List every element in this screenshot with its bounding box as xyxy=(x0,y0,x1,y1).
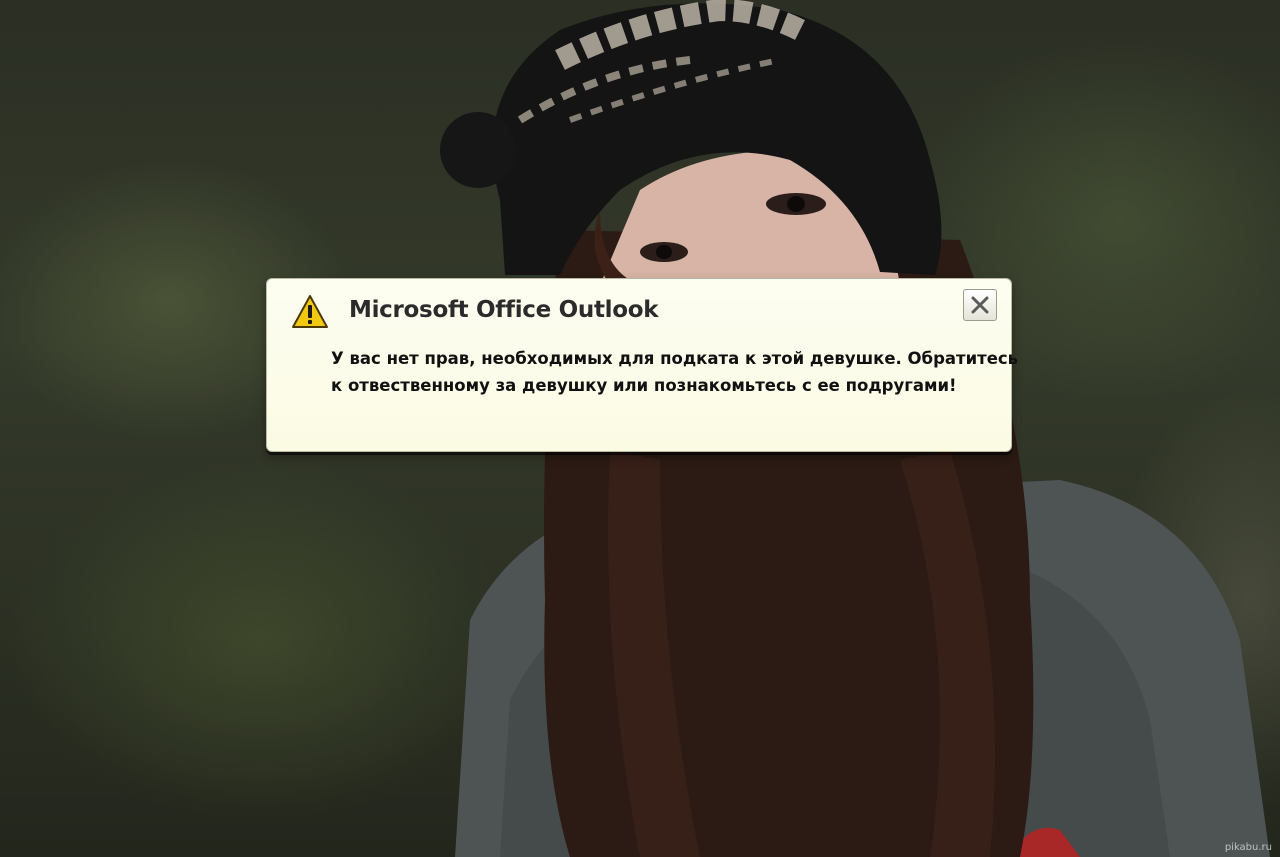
site-watermark: pikabu.ru xyxy=(1224,842,1272,853)
dialog-title: Microsoft Office Outlook xyxy=(349,297,659,323)
message-line: к отвественному за девушку или познакомь… xyxy=(331,376,957,395)
photo-background: Microsoft Office Outlook У вас нет прав,… xyxy=(0,0,1280,857)
outlook-alert-dialog: Microsoft Office Outlook У вас нет прав,… xyxy=(266,278,1019,452)
close-button[interactable] xyxy=(963,289,997,321)
message-line: У вас нет прав, необходимых для подката … xyxy=(331,349,1019,368)
warning-triangle-icon xyxy=(291,294,329,330)
close-icon xyxy=(971,296,989,314)
dialog-message: У вас нет прав, необходимых для подката … xyxy=(331,345,1019,399)
